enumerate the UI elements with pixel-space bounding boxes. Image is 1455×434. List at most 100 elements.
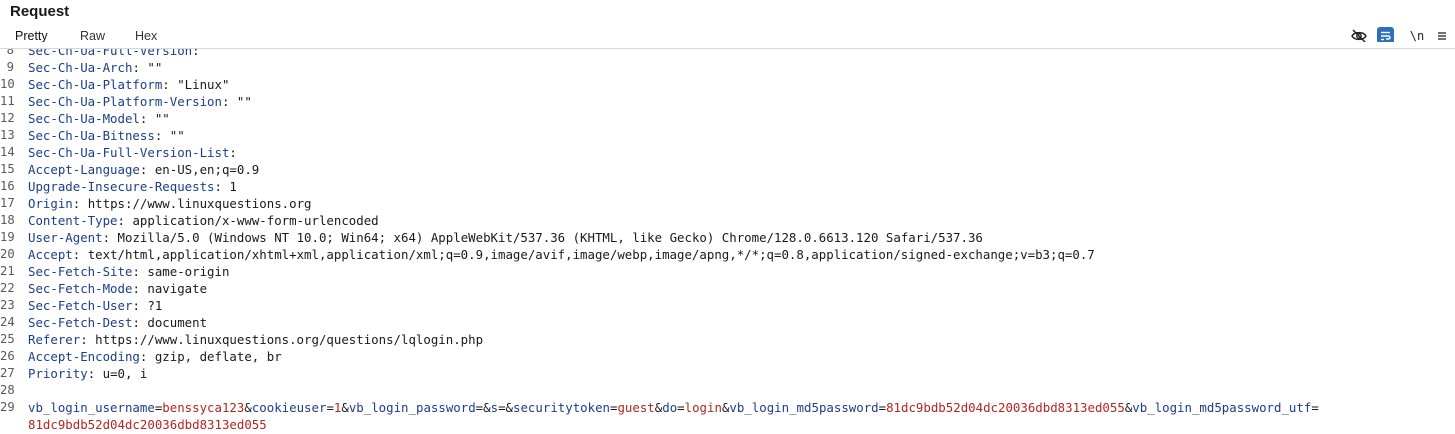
header-value: "" bbox=[139, 60, 163, 75]
header-value: gzip, deflate, br bbox=[147, 349, 282, 364]
param-key: vb_login_md5password bbox=[729, 400, 879, 415]
header-separator: : bbox=[80, 332, 88, 347]
line-content: Sec-Fetch-Mode: navigate bbox=[28, 280, 207, 297]
header-name: Sec-Fetch-Site bbox=[28, 264, 133, 279]
line-content: Sec-Ch-Ua-Platform: "Linux" bbox=[28, 76, 229, 93]
header-value: Mozilla/5.0 (Windows NT 10.0; Win64; x64… bbox=[110, 230, 983, 245]
line-number: 16 bbox=[0, 179, 15, 193]
header-value: "Linux" bbox=[169, 77, 230, 92]
line-number: 29 bbox=[0, 400, 15, 414]
param-key: vb_login_md5password_utf bbox=[1132, 400, 1312, 415]
header-value: "" bbox=[229, 94, 252, 109]
code-line: 19 User-Agent: Mozilla/5.0 (Windows NT 10… bbox=[0, 229, 1455, 246]
param-separator: & bbox=[483, 400, 491, 415]
request-panel: Request Pretty Raw Hex \n 8 Sec-Ch-Ua-Fu… bbox=[0, 0, 1455, 434]
header-value: same-origin bbox=[139, 264, 230, 279]
line-number: 17 bbox=[0, 196, 15, 210]
code-line: 21 Sec-Fetch-Site: same-origin bbox=[0, 263, 1455, 280]
request-editor[interactable]: 8 Sec-Ch-Ua-Full-Version: 9 Sec-Ch-Ua-Arch:… bbox=[0, 42, 1455, 434]
param-key: do bbox=[662, 400, 678, 415]
line-number: 14 bbox=[0, 145, 15, 159]
line-content: Upgrade-Insecure-Requests: 1 bbox=[28, 178, 237, 195]
line-content: Origin: https://www.linuxquestions.org bbox=[28, 195, 312, 212]
param-value: 81dc9bdb52d04dc20036dbd8313ed055 bbox=[28, 417, 267, 432]
header-name: Origin bbox=[28, 196, 73, 211]
line-content: Sec-Fetch-Dest: document bbox=[28, 314, 207, 331]
line-number: 19 bbox=[0, 230, 15, 244]
code-line: 23 Sec-Fetch-User: ?1 bbox=[0, 297, 1455, 314]
line-number: 25 bbox=[0, 332, 15, 346]
header-name: Sec-Ch-Ua-Platform bbox=[28, 77, 163, 92]
line-content: Sec-Ch-Ua-Arch: "" bbox=[28, 59, 162, 76]
header-separator: : bbox=[132, 60, 140, 75]
param-equals: = bbox=[326, 400, 334, 415]
param-key: vb_login_username bbox=[28, 400, 155, 415]
tab-pretty[interactable]: Pretty bbox=[15, 29, 48, 43]
line-content: vb_login_username=benssyca123&cookieuser… bbox=[28, 399, 1319, 416]
code-line: 17 Origin: https://www.linuxquestions.org bbox=[0, 195, 1455, 212]
header-name: Accept-Encoding bbox=[28, 349, 140, 364]
line-content: Content-Type: application/x-www-form-url… bbox=[28, 212, 379, 229]
header-separator: : bbox=[214, 179, 222, 194]
line-content: Sec-Ch-Ua-Model: "" bbox=[28, 110, 170, 127]
param-equals: = bbox=[1311, 400, 1319, 415]
param-equals: = bbox=[878, 400, 887, 415]
code-line: 15 Accept-Language: en-US,en;q=0.9 bbox=[0, 161, 1455, 178]
line-content: Accept-Encoding: gzip, deflate, br bbox=[28, 348, 282, 365]
header-name: Content-Type bbox=[28, 213, 118, 228]
param-key: securitytoken bbox=[513, 400, 610, 415]
line-content: Accept: text/html,application/xhtml+xml,… bbox=[28, 246, 1095, 263]
tab-hex[interactable]: Hex bbox=[135, 29, 157, 43]
header-value: document bbox=[139, 315, 208, 330]
code-line: 16 Upgrade-Insecure-Requests: 1 bbox=[0, 178, 1455, 195]
header-value: application/x-www-form-urlencoded bbox=[125, 213, 379, 228]
line-content: Referer: https://www.linuxquestions.org/… bbox=[28, 331, 483, 348]
param-separator: & bbox=[244, 400, 252, 415]
param-value: guest bbox=[617, 400, 655, 415]
header-value: https://www.linuxquestions.org/questions… bbox=[87, 332, 484, 347]
code-line: 18 Content-Type: application/x-www-form-u… bbox=[0, 212, 1455, 229]
line-content: Sec-Fetch-Site: same-origin bbox=[28, 263, 229, 280]
line-content: Accept-Language: en-US,en;q=0.9 bbox=[28, 161, 259, 178]
tab-raw[interactable]: Raw bbox=[80, 29, 105, 43]
code-line: 22 Sec-Fetch-Mode: navigate bbox=[0, 280, 1455, 297]
code-line: 10 Sec-Ch-Ua-Platform: "Linux" bbox=[0, 76, 1455, 93]
header-value: navigate bbox=[139, 281, 208, 296]
header-name: Sec-Fetch-Dest bbox=[28, 315, 133, 330]
header-value: 1 bbox=[221, 179, 237, 194]
param-separator: & bbox=[505, 400, 514, 415]
header-separator: : bbox=[117, 213, 125, 228]
header-name: Accept bbox=[28, 247, 73, 262]
panel-title: Request bbox=[10, 3, 70, 20]
param-equals: = bbox=[677, 400, 685, 415]
header-separator: : bbox=[132, 281, 140, 296]
line-content: User-Agent: Mozilla/5.0 (Windows NT 10.0… bbox=[28, 229, 983, 246]
code-line: 13 Sec-Ch-Ua-Bitness: "" bbox=[0, 127, 1455, 144]
line-content: Priority: u=0, i bbox=[28, 365, 147, 382]
line-number: 12 bbox=[0, 111, 15, 125]
line-number: 22 bbox=[0, 281, 15, 295]
header-name: Accept-Language bbox=[28, 162, 140, 177]
param-key: vb_login_password bbox=[348, 400, 476, 415]
param-value: login bbox=[684, 400, 722, 415]
header-name: Upgrade-Insecure-Requests bbox=[28, 179, 215, 194]
line-content: Sec-Ch-Ua-Full-Version-List: bbox=[28, 144, 237, 161]
header-name: Sec-Ch-Ua-Model bbox=[28, 111, 140, 126]
line-number: 11 bbox=[0, 94, 15, 108]
header-separator: : bbox=[132, 298, 140, 313]
param-separator: & bbox=[341, 400, 349, 415]
code-line: 29 vb_login_username=benssyca123&cookieus… bbox=[0, 399, 1455, 416]
code-line: 26 Accept-Encoding: gzip, deflate, br bbox=[0, 348, 1455, 365]
param-value: benssyca123 bbox=[162, 400, 245, 415]
line-number: 13 bbox=[0, 128, 15, 142]
header-name: Referer bbox=[28, 332, 81, 347]
header-separator: : bbox=[162, 77, 170, 92]
header-value: "" bbox=[162, 128, 185, 143]
line-number: 9 bbox=[6, 60, 14, 74]
header-separator: : bbox=[132, 315, 140, 330]
param-equals: = bbox=[498, 400, 506, 415]
wrap-lines-icon bbox=[1381, 31, 1391, 40]
header-separator: : bbox=[229, 145, 237, 160]
header-value: text/html,application/xhtml+xml,applicat… bbox=[80, 247, 1095, 262]
param-value: 81dc9bdb52d04dc20036dbd8313ed055 bbox=[886, 400, 1125, 415]
